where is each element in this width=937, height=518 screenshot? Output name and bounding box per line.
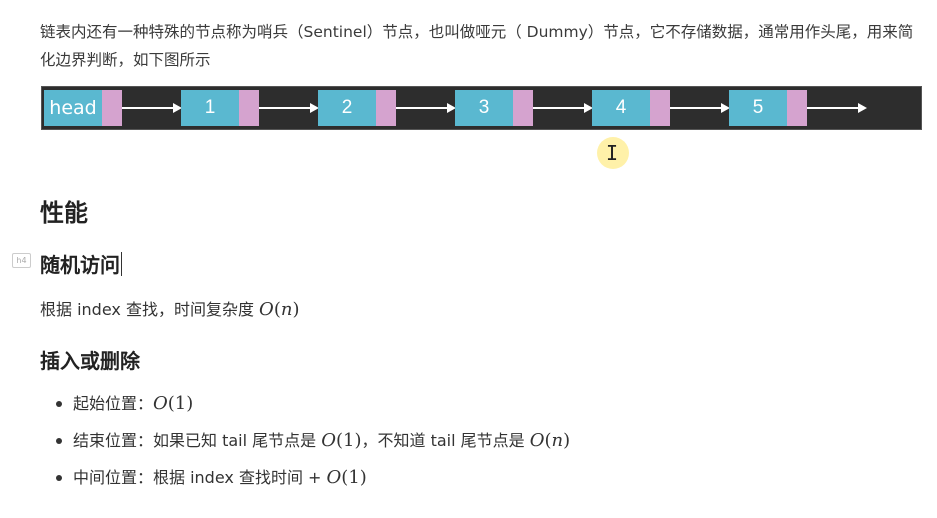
- node-pointer-cell: [513, 90, 533, 126]
- math-complexity: O(n): [529, 430, 571, 451]
- math-complexity: O(1): [321, 430, 362, 451]
- next-arrow: [259, 103, 319, 113]
- linked-list-diagram: head 1 2 3 4 5: [41, 86, 922, 130]
- complexity-list: 起始位置：O(1) 结束位置：如果已知 tail 尾节点是 O(1)，不知道 t…: [40, 390, 570, 501]
- list-item: 结束位置：如果已知 tail 尾节点是 O(1)，不知道 tail 尾节点是 O…: [40, 427, 570, 464]
- subheading-insert-delete: 插入或删除: [40, 349, 140, 373]
- list-node-5: 5: [729, 90, 787, 126]
- node-pointer-cell: [239, 90, 259, 126]
- list-item: 中间位置：根据 index 查找时间 + O(1): [40, 464, 570, 501]
- list-node-3: 3: [455, 90, 513, 126]
- text-caret: [121, 252, 122, 276]
- math-complexity: O(1): [326, 467, 367, 488]
- section-title-performance: 性能: [40, 199, 88, 227]
- list-node-1: 1: [181, 90, 239, 126]
- next-arrow: [807, 103, 867, 113]
- next-arrow: [396, 103, 456, 113]
- node-pointer-cell: [376, 90, 396, 126]
- list-node-2: 2: [318, 90, 376, 126]
- next-arrow: [122, 103, 182, 113]
- math-complexity: O(n): [259, 299, 300, 320]
- subheading-random-access[interactable]: 随机访问: [40, 249, 122, 278]
- heading-level-badge[interactable]: h4: [12, 253, 31, 268]
- list-item: 起始位置：O(1): [40, 390, 570, 427]
- intro-paragraph: 链表内还有一种特殊的节点称为哨兵（Sentinel）节点，也叫做哑元（ Dumm…: [40, 23, 914, 69]
- text-ibeam-icon: I: [606, 141, 619, 165]
- next-arrow: [670, 103, 730, 113]
- node-pointer-cell: [787, 90, 807, 126]
- list-node-4: 4: [592, 90, 650, 126]
- next-arrow: [533, 103, 593, 113]
- random-access-text: 根据 index 查找，时间复杂度 O(n): [40, 299, 300, 320]
- list-node-head: head: [44, 90, 102, 126]
- math-complexity: O(1): [153, 393, 194, 414]
- node-pointer-cell: [102, 90, 122, 126]
- node-pointer-cell: [650, 90, 670, 126]
